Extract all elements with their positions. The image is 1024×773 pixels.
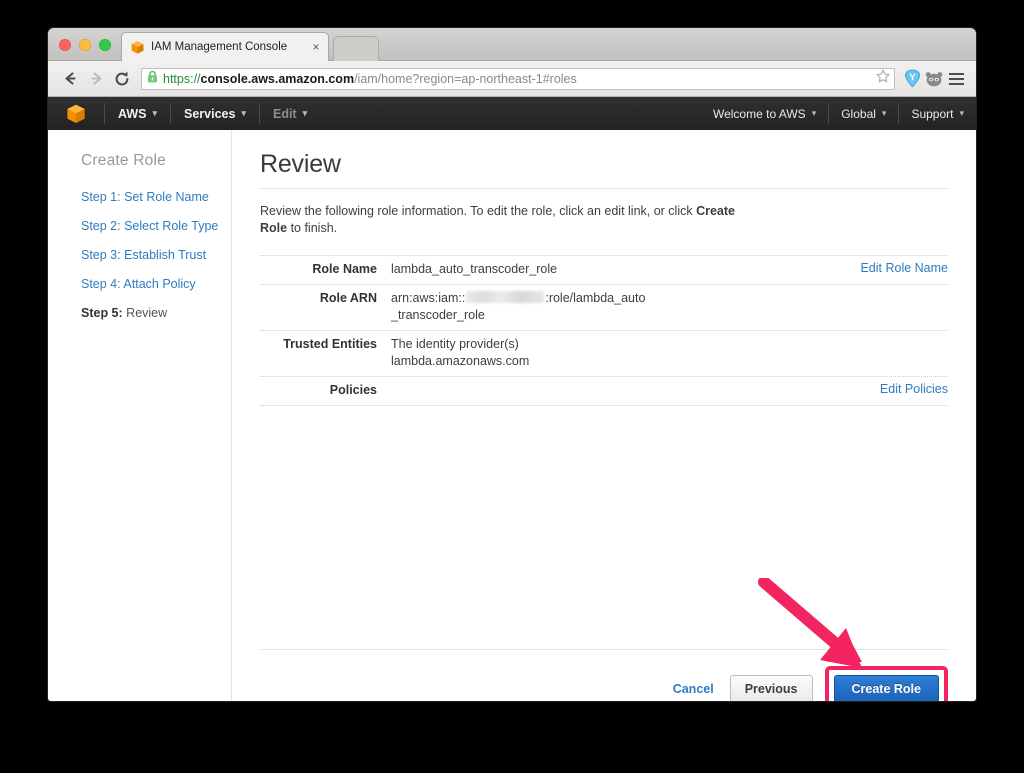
navbar-item-aws-label: AWS [118, 106, 147, 121]
aws-navbar-right-group: Welcome to AWS ▾ Global ▾ Support ▾ [701, 97, 976, 130]
wizard-footer-actions: Cancel Previous Create Role [260, 650, 948, 701]
navbar-item-support[interactable]: Support ▾ [899, 97, 976, 130]
browser-tab-active[interactable]: IAM Management Console × [121, 32, 329, 61]
chevron-down-icon: ▾ [959, 108, 964, 118]
sidebar-item-step-1[interactable]: Step 1: Set Role Name [81, 190, 231, 204]
step-1-number: Step 1: [81, 190, 121, 204]
chevron-down-icon: ▾ [302, 108, 308, 118]
create-role-highlight: Create Role [824, 666, 948, 701]
step-1-label: Set Role Name [120, 190, 209, 204]
review-label-policies: Policies [329, 383, 377, 397]
main-content: Review Review the following role informa… [232, 130, 976, 701]
step-4-label: Attach Policy [120, 277, 196, 291]
browser-toolbar: https://console.aws.amazon.com/iam/home?… [48, 61, 976, 97]
aws-cube-icon [130, 40, 145, 55]
step-3-number: Step 3: [81, 248, 121, 262]
navbar-item-region[interactable]: Global ▾ [829, 97, 898, 130]
chevron-down-icon: ▾ [811, 108, 817, 118]
review-label-trusted-entities: Trusted Entities [283, 337, 377, 351]
review-row-policies: Policies Edit Policies [260, 377, 948, 406]
sidebar-item-step-2[interactable]: Step 2: Select Role Type [81, 219, 231, 233]
review-row-trusted-entities: Trusted Entities The identity provider(s… [260, 331, 948, 377]
edit-role-name-link[interactable]: Edit Role Name [860, 261, 948, 275]
navbar-item-services[interactable]: Services ▾ [171, 97, 259, 130]
review-row-role-arn: Role ARN arn:aws:iam:::role/lambda_auto_… [260, 285, 948, 331]
chevron-down-icon: ▾ [152, 108, 158, 118]
aws-cube-logo[interactable] [48, 97, 104, 130]
intro-text-after: to finish. [287, 221, 338, 235]
padlock-icon [147, 70, 158, 88]
window-traffic-lights [59, 39, 111, 51]
panda-extension-icon[interactable] [923, 68, 945, 90]
navbar-item-edit-label: Edit [272, 106, 297, 121]
role-arn-suffix: :role/lambda_auto [545, 291, 646, 305]
edit-policies-link[interactable]: Edit Policies [880, 382, 948, 396]
sidebar-item-step-3[interactable]: Step 3: Establish Trust [81, 248, 231, 262]
browser-tab-strip: IAM Management Console × [48, 28, 976, 61]
navbar-item-aws[interactable]: AWS ▾ [105, 97, 170, 130]
review-value-role-arn: arn:aws:iam:::role/lambda_auto_transcode… [391, 290, 938, 324]
wizard-sidebar: Create Role Step 1: Set Role Name Step 2… [48, 130, 232, 701]
trusted-entities-line1: The identity provider(s) [391, 337, 519, 351]
sidebar-item-step-5: Step 5: Review [81, 306, 231, 320]
browser-tab-title: IAM Management Console [151, 41, 288, 53]
address-bar[interactable]: https://console.aws.amazon.com/iam/home?… [141, 67, 895, 90]
trusted-entities-line2: lambda.amazonaws.com [391, 354, 530, 368]
browser-new-tab-placeholder[interactable] [333, 36, 379, 61]
back-icon[interactable] [57, 66, 83, 92]
url-path: /iam/home?region=ap-northeast-1#roles [354, 71, 577, 86]
window-maximize-button[interactable] [99, 39, 111, 51]
navbar-item-region-label: Global [841, 106, 876, 121]
address-bar-url: https://console.aws.amazon.com/iam/home?… [163, 72, 872, 86]
sidebar-item-step-4[interactable]: Step 4: Attach Policy [81, 277, 231, 291]
create-role-button[interactable]: Create Role [833, 675, 939, 701]
window-minimize-button[interactable] [79, 39, 91, 51]
step-3-label: Establish Trust [120, 248, 207, 262]
chevron-down-icon: ▾ [881, 108, 887, 118]
intro-text: Review the following role information. T… [260, 203, 740, 237]
step-5-number: Step 5: [81, 306, 123, 320]
role-arn-prefix: arn:aws:iam:: [391, 291, 466, 305]
forward-icon[interactable] [83, 66, 109, 92]
review-row-role-name: Role Name lambda_auto_transcoder_role Ed… [260, 255, 948, 285]
url-scheme: https:// [163, 71, 201, 86]
window-close-button[interactable] [59, 39, 71, 51]
navbar-item-account-label: Welcome to AWS [712, 106, 806, 121]
review-value-role-name: lambda_auto_transcoder_role [391, 262, 558, 276]
title-divider [260, 188, 948, 189]
close-icon[interactable]: × [310, 41, 322, 53]
navbar-item-services-label: Services [184, 106, 236, 121]
url-host: console.aws.amazon.com [200, 71, 355, 86]
review-value-trusted-entities: The identity provider(s) lambda.amazonaws… [391, 336, 938, 370]
ystar-extension-icon[interactable] [901, 68, 923, 90]
redacted-account-id [466, 291, 545, 303]
page-body: Create Role Step 1: Set Role Name Step 2… [48, 130, 976, 701]
cancel-button[interactable]: Cancel [673, 682, 714, 696]
navbar-item-edit[interactable]: Edit ▾ [260, 97, 320, 130]
review-label-role-arn: Role ARN [319, 291, 377, 305]
navbar-item-account[interactable]: Welcome to AWS ▾ [701, 97, 828, 130]
intro-text-before: Review the following role information. T… [260, 204, 697, 218]
hamburger-menu-icon[interactable] [945, 68, 967, 90]
star-icon[interactable] [875, 69, 891, 88]
step-2-label: Select Role Type [120, 219, 219, 233]
review-table: Role Name lambda_auto_transcoder_role Ed… [260, 255, 948, 406]
role-arn-line2: _transcoder_role [391, 308, 485, 322]
reload-icon[interactable] [109, 66, 135, 92]
step-5-label: Review [122, 306, 168, 320]
review-label-role-name: Role Name [312, 262, 377, 276]
sidebar-title: Create Role [81, 152, 166, 169]
browser-window: IAM Management Console × https://console… [48, 28, 976, 701]
navbar-item-support-label: Support [911, 106, 954, 121]
step-2-number: Step 2: [81, 219, 121, 233]
screenshot-root: IAM Management Console × https://console… [0, 0, 1024, 773]
page-title: Review [260, 150, 341, 178]
chevron-down-icon: ▾ [241, 108, 246, 118]
aws-global-navbar: AWS ▾ Services ▾ Edit ▾ Welcome to AWS ▾ [48, 97, 976, 130]
previous-button[interactable]: Previous [729, 675, 813, 701]
step-4-number: Step 4: [81, 277, 121, 291]
